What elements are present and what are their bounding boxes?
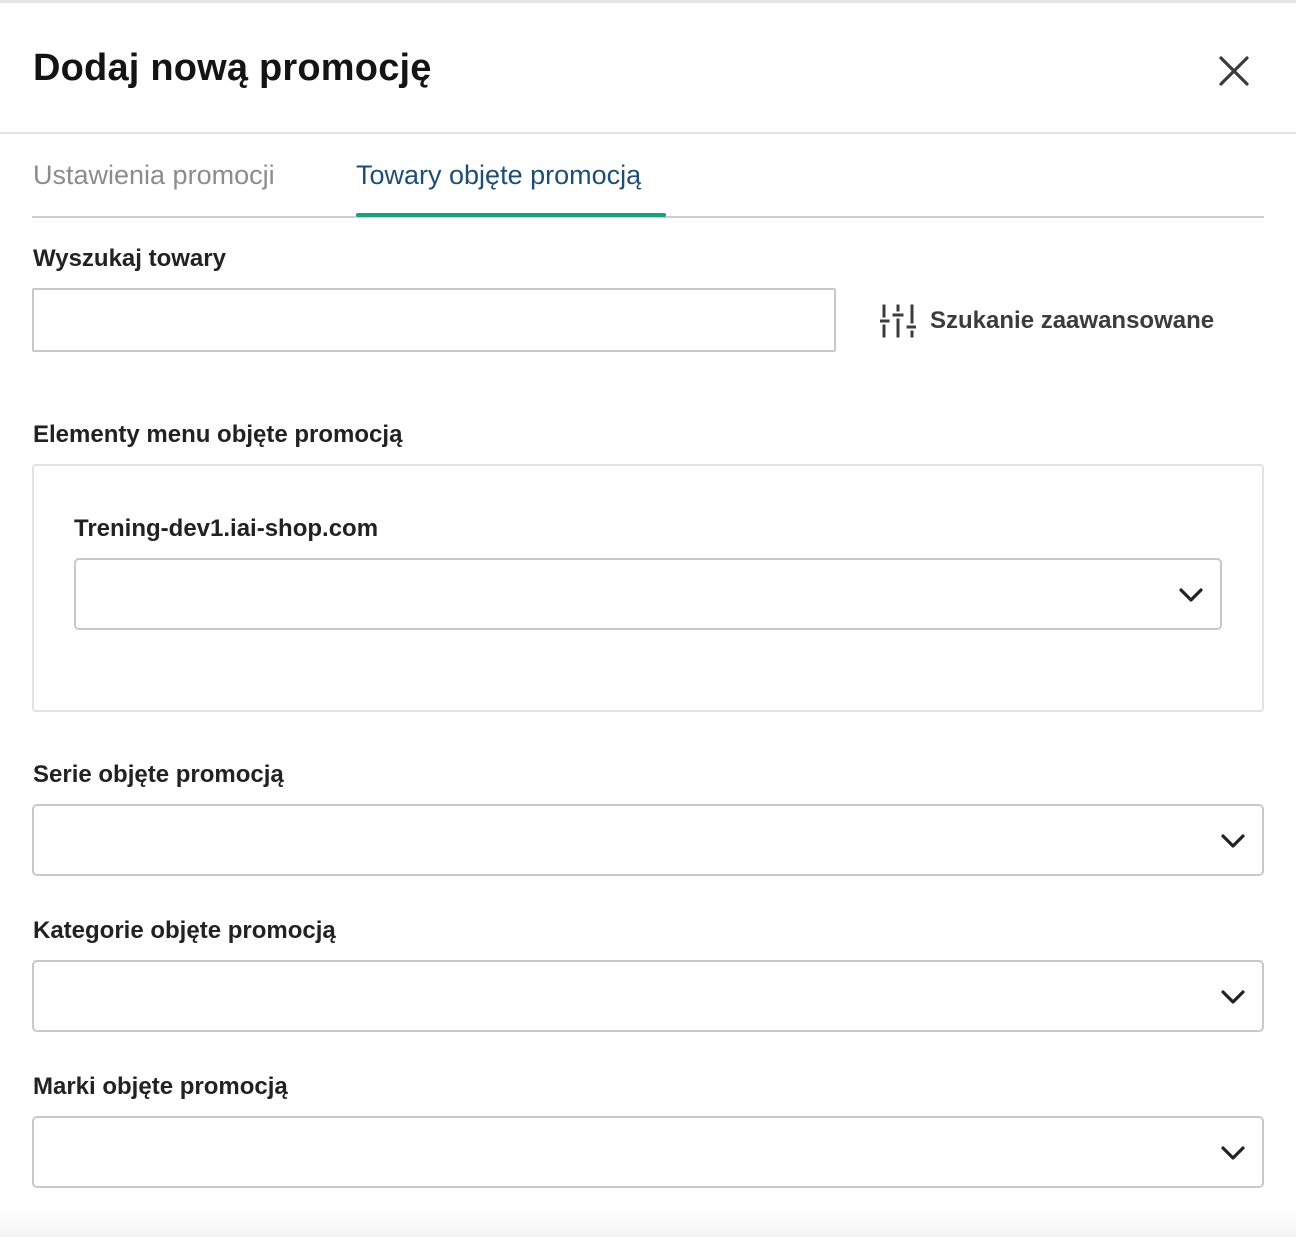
add-promotion-modal: Dodaj nową promocję Ustawienia promocji … (0, 0, 1296, 1237)
shop-name-label: Trening-dev1.iai-shop.com (74, 515, 379, 542)
brands-select[interactable] (32, 1116, 1264, 1188)
chevron-down-icon (1179, 588, 1203, 602)
chevron-down-icon (1221, 1146, 1245, 1160)
menu-elements-panel: Trening-dev1.iai-shop.com (32, 464, 1264, 712)
tab-promoted-products[interactable]: Towary objęte promocją (356, 160, 641, 191)
search-products-input[interactable] (32, 288, 836, 352)
tab-bar: Ustawienia promocji Towary objęte promoc… (32, 134, 1264, 218)
footer-shadow (0, 1209, 1296, 1237)
tab-promotion-settings[interactable]: Ustawienia promocji (33, 160, 275, 191)
chevron-down-icon (1221, 834, 1245, 848)
advanced-search-button[interactable]: Szukanie zaawansowane (880, 301, 1214, 341)
categories-label: Kategorie objęte promocją (33, 917, 336, 944)
close-button[interactable] (1212, 49, 1256, 93)
advanced-search-label: Szukanie zaawansowane (930, 307, 1215, 334)
menu-elements-select[interactable] (74, 558, 1222, 630)
menu-elements-label: Elementy menu objęte promocją (33, 421, 403, 448)
brands-label: Marki objęte promocją (33, 1073, 288, 1100)
series-label: Serie objęte promocją (33, 761, 284, 788)
modal-header: Dodaj nową promocję (0, 3, 1296, 134)
chevron-down-icon (1221, 990, 1245, 1004)
search-products-label: Wyszukaj towary (33, 245, 226, 272)
series-select[interactable] (32, 804, 1264, 876)
categories-select[interactable] (32, 960, 1264, 1032)
active-tab-indicator (356, 213, 666, 217)
close-icon (1219, 56, 1249, 86)
sliders-icon (880, 304, 916, 338)
modal-title: Dodaj nową promocję (33, 47, 432, 89)
